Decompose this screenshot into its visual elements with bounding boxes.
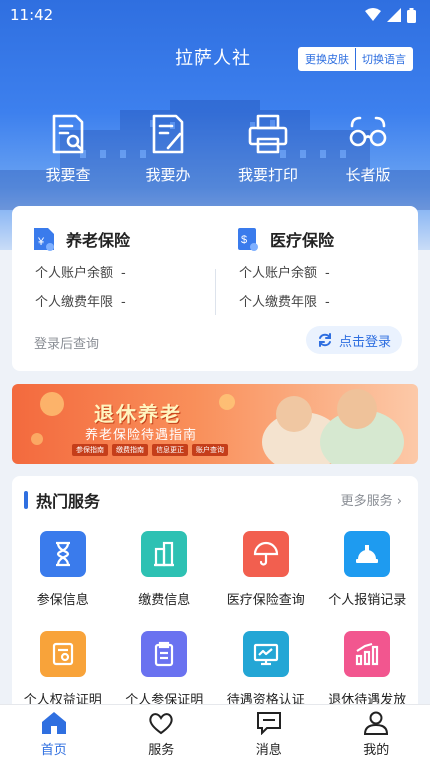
quick-action-print[interactable]: 我要打印 (218, 112, 318, 185)
quick-action-query[interactable]: 我要查 (18, 112, 118, 185)
tab-profile[interactable]: 我的 (323, 705, 430, 764)
quick-actions: 我要查 我要办 我要打印 长者版 (0, 112, 430, 185)
user-icon (364, 711, 389, 735)
medical-insurance-section: $ 医疗保险 个人账户余额 - 个人缴费年限 - (236, 226, 334, 310)
login-button-label: 点击登录 (338, 334, 391, 350)
pension-balance-row: 个人账户余额 - (35, 266, 126, 281)
hot-services-card: 热门服务 更多服务 › 参保信息 缴费信息 医疗保险查询 个人报销记录 个人权益… (12, 476, 418, 726)
divider (215, 269, 216, 315)
quick-action-label: 长者版 (345, 166, 391, 184)
retirement-banner[interactable]: 退休养老 养老保险待遇指南 参保指南 缴费指南 信息更正 账户查询 (12, 384, 418, 464)
pension-icon: ¥ (34, 228, 54, 251)
login-hint: 登录后查询 (34, 337, 100, 352)
battery-icon (407, 7, 416, 23)
services-grid: 参保信息 缴费信息 医疗保险查询 个人报销记录 个人权益证明 个人参保证明 待遇… (12, 531, 418, 731)
bottom-tab-bar: 首页 服务 消息 我的 (0, 704, 430, 764)
service-label: 参保信息 (36, 593, 89, 608)
banner-chip: 信息更正 (152, 444, 188, 456)
service-payment-info[interactable]: 缴费信息 (114, 531, 216, 631)
wifi-icon (365, 8, 381, 21)
clipboard-icon (155, 641, 174, 667)
svg-text:¥: ¥ (37, 236, 45, 248)
medical-years-row: 个人缴费年限 - (239, 295, 330, 310)
medical-title: 医疗保险 (270, 231, 335, 250)
more-services-link[interactable]: 更多服务 › (341, 490, 402, 509)
printer-icon (248, 114, 288, 154)
status-bar: 11:42 (0, 0, 430, 30)
banner-title: 退休养老 (94, 402, 182, 426)
tab-label: 服务 (148, 743, 175, 758)
banner-subtitle: 养老保险待遇指南 (85, 428, 198, 443)
banner-chip: 缴费指南 (112, 444, 148, 456)
tab-messages[interactable]: 消息 (215, 705, 323, 764)
service-insurance-info[interactable]: 参保信息 (12, 531, 114, 631)
section-accent-bar (24, 491, 28, 509)
quick-action-label: 我要查 (45, 166, 91, 184)
glasses-icon (349, 116, 387, 147)
signal-icon (387, 8, 401, 22)
banner-chips: 参保指南 缴费指南 信息更正 账户查询 (72, 444, 228, 456)
refresh-icon (318, 333, 331, 347)
tab-label: 消息 (255, 743, 282, 758)
top-bar: 拉萨人社 更换皮肤 切换语言 (0, 42, 430, 72)
banner-chip: 账户查询 (192, 444, 228, 456)
helmet-icon (356, 545, 379, 563)
tab-label: 首页 (40, 743, 67, 758)
quick-action-label: 我要办 (145, 166, 191, 184)
tab-services[interactable]: 服务 (108, 705, 216, 764)
switch-language-button[interactable]: 切换语言 (355, 48, 412, 70)
monitor-icon (253, 643, 278, 666)
status-time: 11:42 (10, 6, 54, 24)
hot-services-header: 热门服务 (24, 488, 100, 512)
quick-action-label: 我要打印 (237, 166, 298, 184)
svg-text:$: $ (241, 234, 247, 246)
document-search-icon (52, 114, 84, 154)
service-label: 缴费信息 (138, 593, 191, 608)
quick-action-handle[interactable]: 我要办 (118, 112, 218, 185)
insurance-summary-card: ¥ 养老保险 个人账户余额 - 个人缴费年限 - $ 医疗保险 个人账户余额 - 个人… (12, 206, 418, 371)
tab-label: 我的 (363, 743, 390, 758)
building-icon (154, 541, 175, 567)
hot-services-title: 热门服务 (36, 492, 101, 511)
service-label: 医疗保险查询 (226, 593, 305, 608)
service-medical-query[interactable]: 医疗保险查询 (215, 531, 317, 631)
umbrella-icon (253, 541, 278, 566)
medical-balance-row: 个人账户余额 - (239, 266, 330, 281)
banner-chip: 参保指南 (72, 444, 108, 456)
pension-years-row: 个人缴费年限 - (35, 295, 126, 310)
pension-title: 养老保险 (66, 231, 131, 250)
pension-insurance-section: ¥ 养老保险 个人账户余额 - 个人缴费年限 - (32, 226, 130, 310)
document-edit-icon (152, 114, 184, 154)
tab-home[interactable]: 首页 (0, 705, 108, 764)
change-skin-button[interactable]: 更换皮肤 (299, 48, 355, 70)
message-icon (256, 712, 281, 735)
service-reimbursement-record[interactable]: 个人报销记录 (317, 531, 419, 631)
header-button-group: 更换皮肤 切换语言 (298, 47, 413, 71)
app-title: 拉萨人社 (175, 48, 251, 69)
medical-icon: $ (238, 228, 258, 251)
login-button[interactable]: 点击登录 (306, 326, 402, 354)
hourglass-icon (55, 541, 70, 567)
home-icon (41, 712, 66, 734)
quick-action-elderly-mode[interactable]: 长者版 (318, 112, 418, 185)
heart-icon (149, 713, 173, 735)
service-label: 个人报销记录 (328, 593, 407, 608)
certificate-icon (52, 642, 73, 666)
bar-chart-icon (356, 642, 379, 666)
